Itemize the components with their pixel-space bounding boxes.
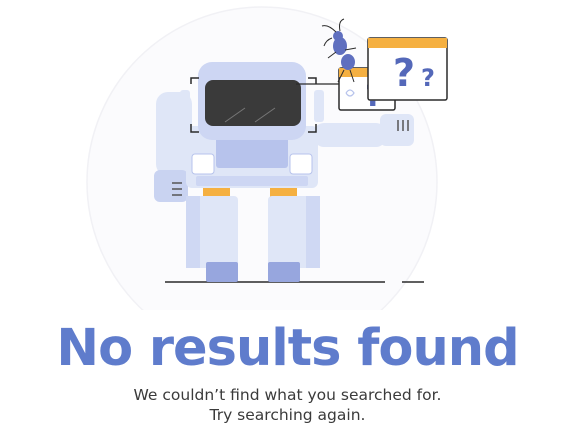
no-results-page: ? ? ? No results found We couldn’t find … [0,0,575,434]
robot-right-leg [268,184,320,282]
robot-illustration: ? ? ? [86,6,448,310]
robot-left-leg [186,184,238,282]
robot-visor [205,80,301,126]
empty-state-message-line2: Try searching again. [209,406,366,424]
question-mark-medium: ? [421,64,435,92]
question-window-large: ? ? [367,37,448,101]
empty-state-title: No results found [56,319,519,378]
question-mark-large: ? [393,51,415,95]
empty-state-message-line1: We couldn’t find what you searched for. [133,386,442,404]
